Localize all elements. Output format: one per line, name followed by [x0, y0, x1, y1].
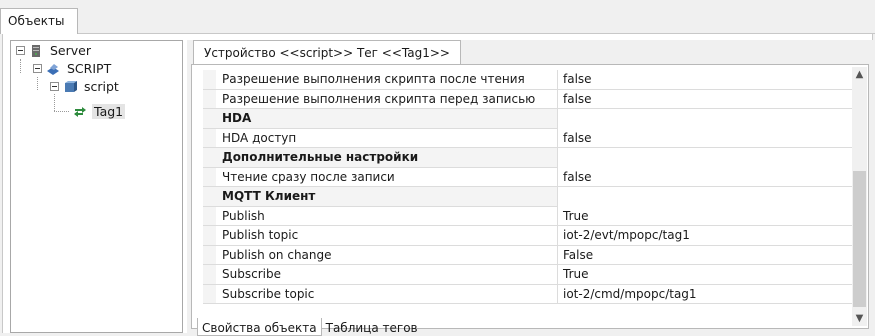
- category-value: [558, 109, 860, 130]
- property-row[interactable]: Publish topic iot-2/evt/mpopc/tag1: [203, 226, 860, 246]
- collapse-icon[interactable]: [33, 64, 42, 73]
- property-value[interactable]: iot-2/evt/mpopc/tag1: [558, 226, 860, 247]
- tree-label-tag1: Tag1: [92, 104, 126, 119]
- bottom-tab-strip: Свойства объекта Таблица тегов: [197, 318, 422, 336]
- device-icon: [47, 63, 59, 75]
- tree-line: [20, 59, 21, 73]
- property-name: HDA доступ: [216, 128, 558, 147]
- property-value[interactable]: false: [558, 70, 860, 91]
- category-row-additional-settings[interactable]: Дополнительные настройки: [203, 148, 860, 169]
- script-icon: [65, 80, 77, 92]
- row-margin: [203, 128, 216, 147]
- property-row[interactable]: Subscribe True: [203, 265, 860, 285]
- tab-object-properties[interactable]: Свойства объекта: [197, 318, 322, 336]
- property-row[interactable]: Publish on change False: [203, 245, 860, 267]
- property-name: Чтение сразу после записи: [216, 167, 558, 186]
- property-value[interactable]: True: [558, 265, 860, 286]
- category-label: HDA: [203, 109, 558, 128]
- property-name: Subscribe: [216, 265, 558, 284]
- property-row[interactable]: Subscribe topic iot-2/cmd/mpopc/tag1: [203, 284, 860, 306]
- property-row[interactable]: HDA доступ false: [203, 128, 860, 150]
- tree-node-server[interactable]: Server: [16, 42, 93, 59]
- row-margin: [203, 89, 216, 108]
- property-value[interactable]: false: [558, 90, 860, 111]
- tree-node-script-group[interactable]: SCRIPT: [33, 60, 113, 77]
- row-margin: [203, 70, 216, 89]
- category-label: MQTT Клиент: [203, 187, 558, 206]
- tree-label-script-group: SCRIPT: [67, 61, 112, 76]
- tree-line: [54, 94, 55, 111]
- tree-line: [54, 111, 69, 112]
- property-value[interactable]: iot-2/cmd/mpopc/tag1: [558, 285, 860, 306]
- device-tag-tab[interactable]: Устройство <<script>> Тег <<Tag1>>: [193, 40, 461, 64]
- tree-line: [37, 77, 38, 90]
- collapse-icon[interactable]: [50, 82, 59, 91]
- category-row-mqtt-client[interactable]: MQTT Клиент: [203, 187, 860, 208]
- category-value: [558, 187, 860, 208]
- tree-label-server: Server: [50, 43, 91, 58]
- objects-tab[interactable]: Объекты: [0, 8, 78, 34]
- tree-node-tag1[interactable]: Tag1: [73, 103, 126, 120]
- property-value[interactable]: false: [558, 168, 860, 189]
- property-grid-area: Разрешение выполнения скрипта после чтен…: [191, 64, 869, 329]
- row-margin: [203, 245, 216, 264]
- scroll-down-icon[interactable]: ▼: [852, 311, 867, 326]
- row-margin: [203, 284, 216, 303]
- tab-tag-table[interactable]: Таблица тегов: [322, 318, 422, 336]
- property-row[interactable]: Publish True: [203, 206, 860, 228]
- row-margin: [203, 206, 216, 225]
- property-row[interactable]: Разрешение выполнения скрипта перед запи…: [203, 89, 860, 111]
- property-row[interactable]: Чтение сразу после записи false: [203, 167, 860, 189]
- tag-icon: [74, 106, 86, 117]
- row-margin: [203, 265, 216, 284]
- row-margin: [203, 167, 216, 186]
- vertical-scrollbar[interactable]: ▲ ▼: [852, 67, 867, 326]
- row-margin: [203, 226, 216, 245]
- property-value[interactable]: True: [558, 207, 860, 228]
- property-row[interactable]: Разрешение выполнения скрипта после чтен…: [203, 70, 860, 90]
- object-tree[interactable]: Server SCRIPT script Tag1: [10, 40, 183, 333]
- property-value[interactable]: false: [558, 129, 860, 150]
- category-label: Дополнительные настройки: [203, 148, 558, 167]
- property-value[interactable]: False: [558, 246, 860, 267]
- property-name: Publish topic: [216, 226, 558, 245]
- property-name: Разрешение выполнения скрипта после чтен…: [216, 70, 558, 89]
- category-row-hda[interactable]: HDA: [203, 109, 860, 130]
- scroll-up-icon[interactable]: ▲: [852, 67, 867, 82]
- property-name: Publish on change: [216, 245, 558, 264]
- tree-node-script-device[interactable]: script: [50, 78, 121, 95]
- category-value: [558, 148, 860, 169]
- property-name: Publish: [216, 206, 558, 225]
- properties-panel: Устройство <<script>> Тег <<Tag1>> Разре…: [187, 40, 873, 336]
- collapse-icon[interactable]: [16, 46, 25, 55]
- scroll-thumb[interactable]: [853, 171, 866, 307]
- server-icon: [32, 44, 40, 57]
- tree-label-script-device: script: [84, 79, 119, 94]
- property-name: Разрешение выполнения скрипта перед запи…: [216, 89, 558, 108]
- property-grid[interactable]: Разрешение выполнения скрипта после чтен…: [203, 70, 860, 304]
- property-name: Subscribe topic: [216, 284, 558, 303]
